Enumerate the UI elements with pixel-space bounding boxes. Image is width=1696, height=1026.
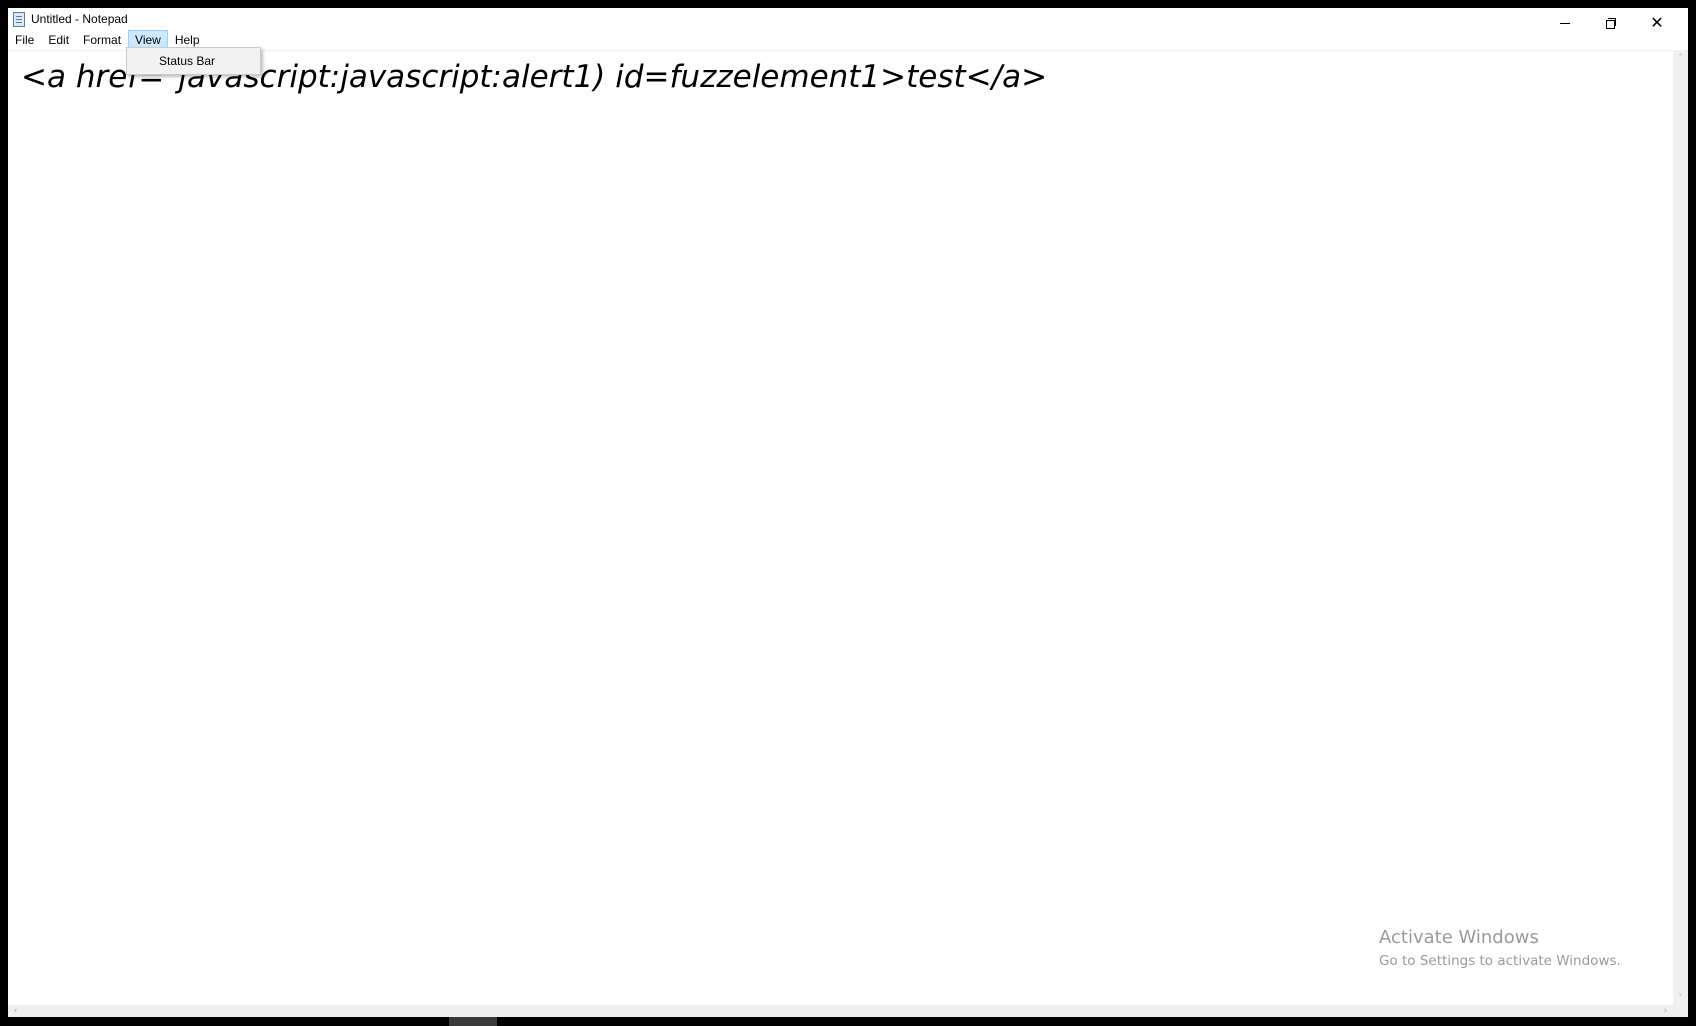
text-editor[interactable]: <a href="javascript:javascript:alert1) i…	[8, 50, 1673, 1005]
scroll-down-icon[interactable]: ˅	[1673, 990, 1688, 1005]
taskbar-item	[449, 1017, 497, 1026]
restore-icon	[1606, 18, 1616, 29]
watermark-subtitle: Go to Settings to activate Windows.	[1379, 953, 1621, 969]
menu-bar: File Edit Format View Help	[8, 29, 1688, 49]
vertical-scrollbar[interactable]: ˄ ˅	[1673, 50, 1688, 1005]
menu-format[interactable]: Format	[76, 30, 128, 48]
menu-help[interactable]: Help	[168, 30, 207, 48]
watermark-title: Activate Windows	[1379, 927, 1539, 948]
horizontal-scrollbar[interactable]: ‹ ›	[8, 1005, 1673, 1017]
menu-edit[interactable]: Edit	[41, 30, 76, 48]
menu-view[interactable]: View	[128, 30, 168, 48]
scroll-right-icon[interactable]: ›	[1658, 1005, 1673, 1017]
scrollbar-corner	[1673, 1005, 1688, 1017]
activation-watermark: Activate Windows Go to Settings to activ…	[1379, 926, 1621, 970]
menu-item-status-bar[interactable]: Status Bar	[127, 51, 260, 71]
scroll-up-icon[interactable]: ˄	[1673, 50, 1688, 65]
window-title: Untitled - Notepad	[31, 12, 128, 26]
menu-file[interactable]: File	[8, 30, 41, 48]
notepad-window: Untitled - Notepad ✕ File Edit Format Vi…	[8, 8, 1688, 1017]
minimize-icon	[1560, 22, 1570, 24]
view-menu-dropdown: Status Bar	[126, 47, 261, 75]
scroll-left-icon[interactable]: ‹	[8, 1005, 23, 1017]
notepad-icon	[13, 12, 25, 27]
